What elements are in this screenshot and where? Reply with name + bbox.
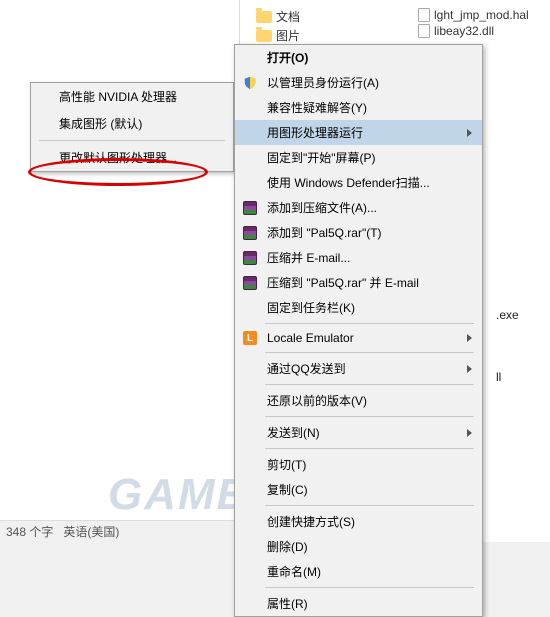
menu-item-label: 使用 Windows Defender扫描... — [267, 174, 430, 191]
status-bar: 348 个字 英语(美国) — [0, 520, 240, 542]
menu-item-10[interactable]: 固定到任务栏(K) — [235, 295, 482, 320]
shield-icon — [242, 75, 258, 91]
menu-item-label: 通过QQ发送到 — [267, 360, 346, 377]
menu-item-5[interactable]: 使用 Windows Defender扫描... — [235, 170, 482, 195]
folder-label: 文档 — [276, 8, 300, 25]
winrar-icon — [242, 275, 258, 291]
menu-item-24[interactable]: 删除(D) — [235, 534, 482, 559]
file-icon — [418, 8, 430, 22]
file-label: libeay32.dll — [434, 24, 494, 38]
menu-separator — [265, 505, 474, 506]
folder-icon — [256, 11, 272, 23]
submenu-label: 高性能 NVIDIA 处理器 — [59, 90, 177, 104]
menu-item-14[interactable]: 通过QQ发送到 — [235, 356, 482, 381]
submenu-label: 更改默认图形处理器... — [59, 151, 177, 165]
menu-item-1[interactable]: 以管理员身份运行(A) — [235, 70, 482, 95]
folder-item[interactable]: 图片 — [256, 27, 300, 44]
menu-item-label: 重命名(M) — [267, 563, 321, 580]
menu-item-6[interactable]: 添加到压缩文件(A)... — [235, 195, 482, 220]
status-lang: 英语(美国) — [63, 523, 119, 540]
context-menu: 打开(O) 以管理员身份运行(A) 兼容性疑难解答(Y) 用图形处理器运行固定到"开始… — [234, 44, 483, 617]
menu-item-label: Locale Emulator — [267, 331, 354, 345]
menu-item-label: 固定到"开始"屏幕(P) — [267, 149, 376, 166]
winrar-icon — [242, 200, 258, 216]
menu-separator — [265, 323, 474, 324]
menu-item-21[interactable]: 复制(C) — [235, 477, 482, 502]
menu-item-label: 删除(D) — [267, 538, 308, 555]
menu-item-20[interactable]: 剪切(T) — [235, 452, 482, 477]
folder-label: 图片 — [276, 27, 300, 44]
menu-item-7[interactable]: 添加到 "Pal5Q.rar"(T) — [235, 220, 482, 245]
menu-item-label: 复制(C) — [267, 481, 308, 498]
menu-item-12[interactable]: L Locale Emulator — [235, 327, 482, 349]
menu-item-label: 用图形处理器运行 — [267, 124, 363, 141]
menu-item-label: 压缩并 E-mail... — [267, 249, 350, 266]
menu-item-label: 属性(R) — [267, 595, 308, 612]
menu-item-label: 发送到(N) — [267, 424, 320, 441]
menu-item-label: 压缩到 "Pal5Q.rar" 并 E-mail — [267, 274, 419, 291]
submenu-item-nvidia[interactable]: 高性能 NVIDIA 处理器 — [31, 83, 233, 110]
winrar-icon — [242, 225, 258, 241]
menu-item-25[interactable]: 重命名(M) — [235, 559, 482, 584]
submenu-label: 集成图形 (默认) — [59, 117, 142, 131]
bg-ext-ll: ll — [496, 370, 501, 384]
file-item[interactable]: libeay32.dll — [418, 24, 529, 38]
background-files: lght_jmp_mod.hal libeay32.dll — [418, 8, 529, 40]
background-folders: 文档 图片 — [256, 8, 300, 46]
menu-item-2[interactable]: 兼容性疑难解答(Y) — [235, 95, 482, 120]
menu-item-label: 添加到压缩文件(A)... — [267, 199, 377, 216]
menu-item-label: 以管理员身份运行(A) — [267, 74, 379, 91]
menu-item-4[interactable]: 固定到"开始"屏幕(P) — [235, 145, 482, 170]
menu-item-label: 添加到 "Pal5Q.rar"(T) — [267, 224, 382, 241]
menu-item-label: 剪切(T) — [267, 456, 306, 473]
file-item[interactable]: lght_jmp_mod.hal — [418, 8, 529, 22]
menu-item-label: 固定到任务栏(K) — [267, 299, 355, 316]
menu-item-label: 创建快捷方式(S) — [267, 513, 355, 530]
menu-separator — [265, 384, 474, 385]
menu-item-18[interactable]: 发送到(N) — [235, 420, 482, 445]
menu-item-label: 还原以前的版本(V) — [267, 392, 367, 409]
file-icon — [418, 24, 430, 38]
menu-item-label: 打开(O) — [267, 49, 308, 66]
file-label: lght_jmp_mod.hal — [434, 8, 529, 22]
menu-item-16[interactable]: 还原以前的版本(V) — [235, 388, 482, 413]
submenu-item-integrated[interactable]: 集成图形 (默认) — [31, 110, 233, 137]
winrar-icon — [242, 250, 258, 266]
L-icon: L — [242, 330, 258, 346]
menu-separator — [265, 416, 474, 417]
menu-item-23[interactable]: 创建快捷方式(S) — [235, 509, 482, 534]
submenu-item-change-default[interactable]: 更改默认图形处理器... — [31, 144, 233, 171]
menu-item-8[interactable]: 压缩并 E-mail... — [235, 245, 482, 270]
menu-separator — [265, 587, 474, 588]
menu-item-label: 兼容性疑难解答(Y) — [267, 99, 367, 116]
bg-ext-exe: .exe — [496, 308, 519, 322]
submenu-separator — [39, 140, 225, 141]
folder-icon — [256, 30, 272, 42]
menu-item-0[interactable]: 打开(O) — [235, 45, 482, 70]
status-chars: 348 个字 — [6, 523, 53, 540]
gpu-submenu: 高性能 NVIDIA 处理器 集成图形 (默认) 更改默认图形处理器... — [30, 82, 234, 172]
menu-separator — [265, 352, 474, 353]
menu-item-27[interactable]: 属性(R) — [235, 591, 482, 616]
menu-item-9[interactable]: 压缩到 "Pal5Q.rar" 并 E-mail — [235, 270, 482, 295]
menu-item-3[interactable]: 用图形处理器运行 — [235, 120, 482, 145]
menu-separator — [265, 448, 474, 449]
folder-item[interactable]: 文档 — [256, 8, 300, 25]
